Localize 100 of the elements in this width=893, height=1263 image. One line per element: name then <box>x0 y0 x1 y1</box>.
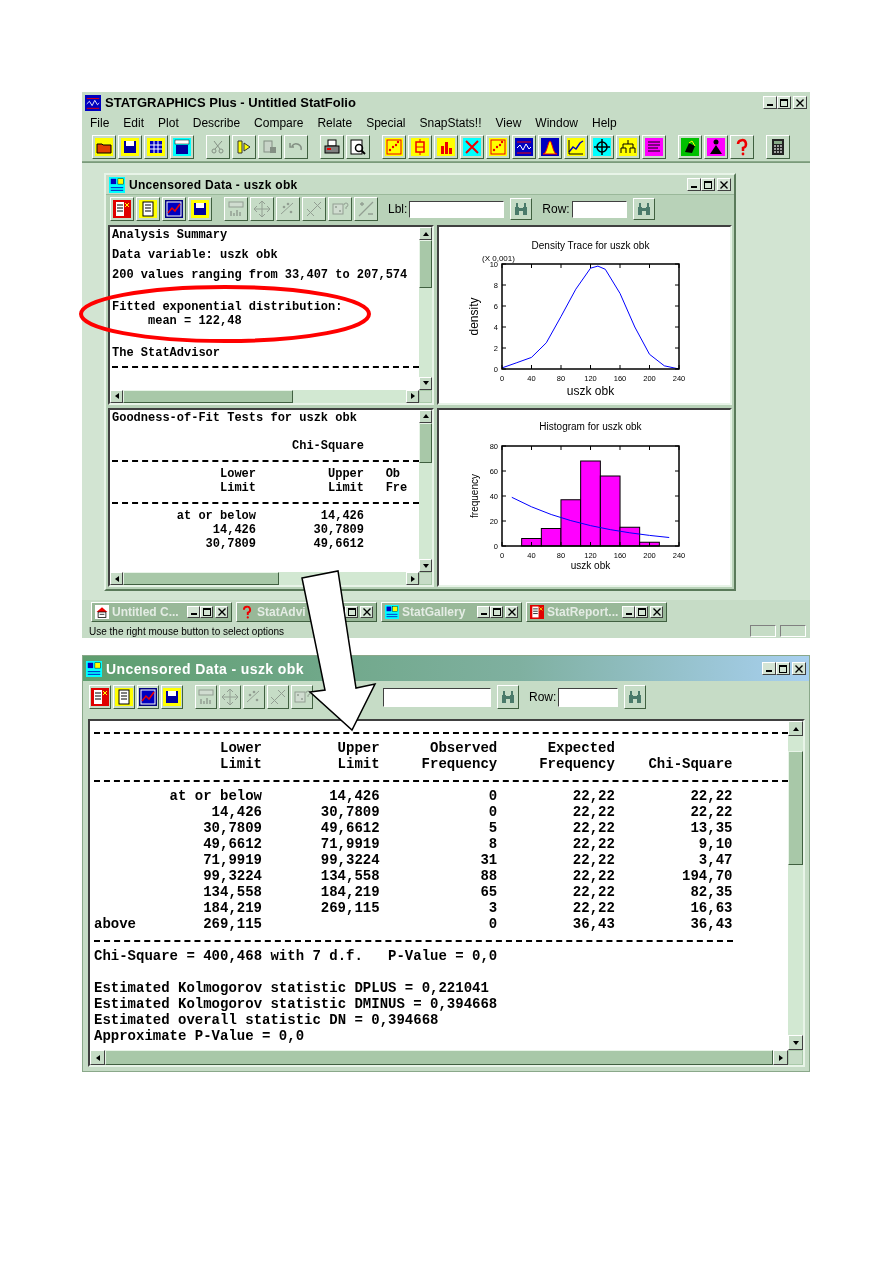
menu-item[interactable]: Plot <box>158 115 179 130</box>
close-button[interactable] <box>792 662 806 675</box>
minimize-button[interactable] <box>477 606 490 618</box>
close-button[interactable] <box>505 606 518 618</box>
close-button[interactable] <box>215 606 228 618</box>
toolbar-button[interactable] <box>564 134 588 159</box>
toolbar-button[interactable] <box>161 685 183 709</box>
toolbar-button[interactable] <box>136 197 160 221</box>
label-field[interactable] <box>383 687 491 707</box>
maximize-button[interactable] <box>490 606 503 618</box>
toolbar-button[interactable] <box>642 134 666 159</box>
toolbar-button[interactable] <box>320 134 344 159</box>
toolbar-button[interactable] <box>170 134 194 159</box>
menu-item[interactable]: Special <box>366 115 406 130</box>
search-button[interactable] <box>497 685 519 709</box>
toolbar-button[interactable] <box>92 134 116 159</box>
close-button[interactable] <box>650 606 663 618</box>
maximize-button[interactable] <box>635 606 648 618</box>
column-header: Limit <box>219 756 262 772</box>
maximize-button[interactable] <box>200 606 213 618</box>
table-cell: 71,9919 <box>320 836 380 852</box>
toolbar-button[interactable] <box>113 685 135 709</box>
minimize-button[interactable] <box>622 606 635 618</box>
menu-item[interactable]: Relate <box>317 115 353 130</box>
vertical-scrollbar[interactable] <box>419 409 432 572</box>
scrollbar-corner <box>788 1050 803 1065</box>
scroll-right-button[interactable] <box>406 572 419 585</box>
vertical-scrollbar[interactable] <box>419 227 432 390</box>
toolbar-button[interactable] <box>188 197 212 221</box>
toolbar-button[interactable] <box>89 685 111 709</box>
scroll-down-button[interactable] <box>419 376 432 390</box>
arrows-icon <box>253 200 271 218</box>
scroll-left-button[interactable] <box>110 572 123 585</box>
toolbar-button[interactable] <box>144 134 168 159</box>
toolbar-button[interactable] <box>382 134 406 159</box>
maximize-button[interactable] <box>345 606 358 618</box>
toolbar-button[interactable] <box>460 134 484 159</box>
toolbar-button[interactable] <box>118 134 142 159</box>
close-button[interactable] <box>360 606 373 618</box>
row-field[interactable] <box>558 687 619 707</box>
scroll-up-button[interactable] <box>419 227 432 240</box>
gallery-icon <box>385 605 399 619</box>
table-cell: 14,426 <box>320 508 365 523</box>
toolbar-button[interactable] <box>704 134 728 159</box>
toolbar-button[interactable] <box>486 134 510 159</box>
text-line: mean = 122,48 <box>148 314 242 328</box>
horizontal-scrollbar[interactable] <box>110 389 419 403</box>
right-arrow-icon <box>410 575 415 582</box>
report-icon <box>113 200 131 218</box>
column-header: Upper <box>327 466 365 481</box>
toolbar-button[interactable] <box>232 134 256 159</box>
menu-item[interactable]: Help <box>592 115 617 130</box>
scroll-up-button[interactable] <box>788 721 803 736</box>
vertical-scrollbar[interactable] <box>788 721 803 1050</box>
scroll-thumb[interactable] <box>123 389 293 403</box>
toolbar-button[interactable] <box>346 134 370 159</box>
scroll-thumb[interactable] <box>123 572 279 585</box>
menu-item[interactable]: SnapStats!! <box>419 115 482 130</box>
toolbar-button[interactable] <box>434 134 458 159</box>
toolbar-button[interactable] <box>590 134 614 159</box>
scroll-left-button[interactable] <box>110 389 123 403</box>
menu-item[interactable]: Window <box>535 115 578 130</box>
search-button[interactable] <box>624 685 647 709</box>
toolbar-button[interactable] <box>137 685 159 709</box>
table-cell: 3 <box>488 900 498 916</box>
menu-item[interactable]: Describe <box>192 115 241 130</box>
disk-icon <box>121 137 139 156</box>
gallery-icon <box>109 176 125 193</box>
scroll-right-button[interactable] <box>406 389 419 403</box>
toolbar-button[interactable] <box>730 134 754 159</box>
scroll-left-button[interactable] <box>90 1050 105 1065</box>
scroll-down-button[interactable] <box>788 1035 803 1050</box>
menu-item[interactable]: Compare <box>254 115 304 130</box>
table-cell: 3,47 <box>698 852 733 868</box>
toolbar-button[interactable] <box>616 134 640 159</box>
minimize-button[interactable] <box>187 606 200 618</box>
toolbar-button[interactable] <box>512 134 536 159</box>
menu-item[interactable]: Edit <box>123 115 145 130</box>
toolbar-button[interactable] <box>110 197 134 221</box>
search-button[interactable] <box>510 198 533 220</box>
row-field[interactable] <box>571 200 627 218</box>
toolbar-button[interactable] <box>162 197 186 221</box>
menu-item[interactable]: File <box>90 115 110 130</box>
scroll-thumb[interactable] <box>419 240 432 288</box>
scroll-thumb[interactable] <box>419 422 432 464</box>
menu-item[interactable]: View <box>495 115 522 130</box>
toolbar-button[interactable] <box>408 134 432 159</box>
label-field[interactable] <box>409 200 505 218</box>
search-button[interactable] <box>632 198 655 220</box>
scroll-right-button[interactable] <box>773 1050 788 1065</box>
toolbar-button[interactable] <box>678 134 702 159</box>
minimize-button[interactable] <box>762 662 776 675</box>
toolbar-button[interactable] <box>538 134 562 159</box>
scroll-thumb[interactable] <box>788 750 803 865</box>
scroll-up-button[interactable] <box>419 409 432 423</box>
text-page-icon <box>115 688 133 706</box>
scroll-down-button[interactable] <box>419 559 432 572</box>
toolbar-button[interactable] <box>766 134 790 159</box>
text-line: 200 values ranging from 33,407 to 207,574 <box>112 268 409 282</box>
maximize-button[interactable] <box>776 662 790 675</box>
